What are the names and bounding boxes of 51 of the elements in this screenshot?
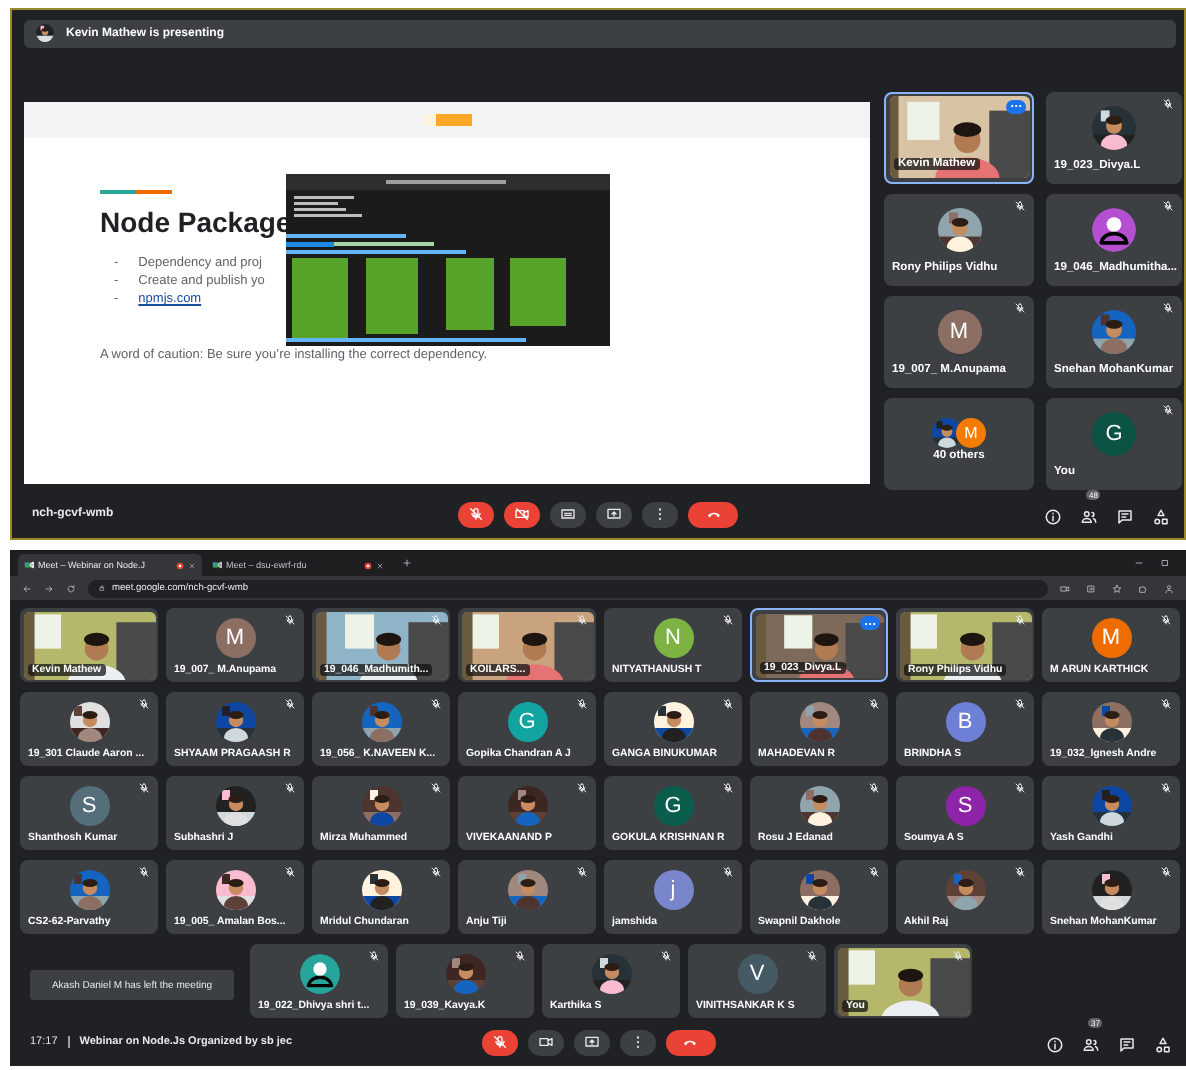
avatar: G [1092,411,1136,456]
present-icon [606,506,622,523]
camera-off-button[interactable] [504,501,540,528]
lock-icon [98,584,106,592]
meet-icon [24,560,34,570]
mic-off-icon [491,1034,507,1050]
back-icon[interactable] [22,583,32,593]
page-indicator-icon [423,113,471,126]
extensions-icon[interactable] [1138,583,1148,593]
camera-button[interactable] [527,1029,563,1055]
avatar: B [945,701,985,741]
recording-icon [364,561,372,569]
present-button[interactable] [573,1029,609,1055]
avatar: M [956,418,986,449]
recording-icon [176,561,184,569]
new-tab-icon[interactable] [402,558,412,568]
captions-button[interactable] [550,501,586,528]
avatar: G [653,785,693,825]
mic-off-button[interactable] [458,501,494,528]
star-icon[interactable] [1112,583,1122,593]
close-icon[interactable] [376,561,384,569]
camera-icon [537,1034,553,1050]
share-icon[interactable] [1086,583,1096,593]
avatar: N [653,617,693,657]
camera-icon[interactable] [1060,583,1070,593]
avatar: M [215,617,255,657]
mic-off-button[interactable] [481,1029,517,1055]
reload-icon[interactable] [66,583,76,593]
more-options-button[interactable] [860,616,880,630]
accent-line [100,189,172,194]
avatar: M [1091,617,1131,657]
minimize-icon[interactable] [1134,558,1144,568]
avatar: V [737,953,777,993]
avatar: S [945,785,985,825]
camera-off-icon [514,506,530,523]
mic-off-icon [468,506,484,523]
profile-icon[interactable] [1164,583,1174,593]
close-icon[interactable] [188,561,196,569]
leave-call-button[interactable] [688,501,738,528]
forward-icon[interactable] [44,583,54,593]
avatar: G [507,701,547,741]
slide-title: Node Package [100,205,294,238]
avatar: M [937,309,981,354]
present-button[interactable] [596,501,632,528]
avatar: S [69,785,109,825]
maximize-icon[interactable] [1160,558,1170,568]
present-icon [583,1034,599,1050]
captions-icon [560,506,576,523]
avatar: j [653,869,693,909]
meet-icon [212,560,222,570]
leave-call-button[interactable] [665,1029,715,1055]
